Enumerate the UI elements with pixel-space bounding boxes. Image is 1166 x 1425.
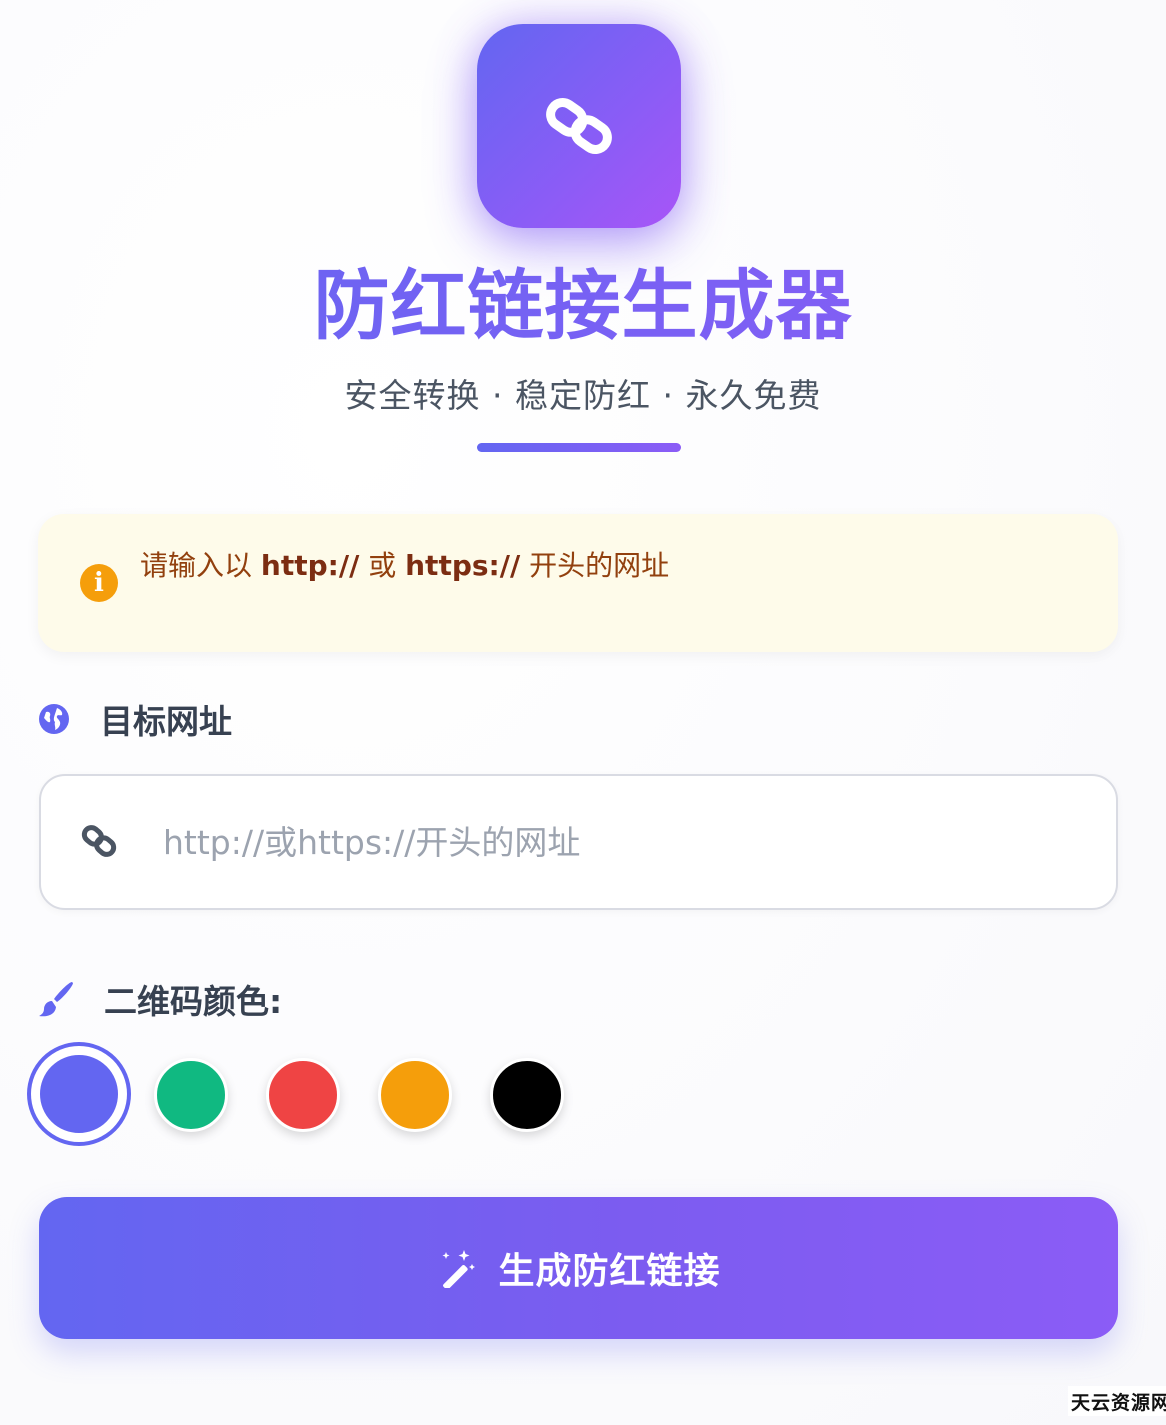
url-input[interactable]: [163, 806, 1063, 878]
url-field-label: 目标网址: [38, 695, 232, 743]
color-swatch-orange[interactable]: [378, 1058, 452, 1132]
magic-wand-icon: [442, 1250, 476, 1288]
url-field-label-text: 目标网址: [100, 702, 232, 741]
notice-http: http://: [260, 549, 360, 582]
qr-color-label: 二维码颜色:: [36, 975, 282, 1023]
color-swatch-red[interactable]: [266, 1058, 340, 1132]
generate-button-label: 生成防红链接: [498, 1251, 721, 1292]
notice-text: 请输入以 http:// 或 https:// 开头的网址: [140, 549, 670, 582]
notice-https: https://: [405, 549, 521, 582]
app-logo: [477, 24, 681, 228]
url-input-container[interactable]: [39, 774, 1118, 910]
qr-color-label-text: 二维码颜色:: [104, 982, 283, 1021]
page-title: 防红链接生成器: [0, 258, 1166, 354]
info-icon: i: [80, 564, 118, 602]
color-swatch-indigo[interactable]: [37, 1052, 121, 1136]
page-subtitle: 安全转换 · 稳定防红 · 永久免费: [344, 376, 822, 415]
info-notice: i 请输入以 http:// 或 https:// 开头的网址: [38, 514, 1118, 652]
brush-icon: [39, 982, 73, 1017]
link-icon: [546, 98, 612, 154]
globe-icon: [39, 704, 69, 734]
watermark: 天云资源网: [1068, 1386, 1166, 1416]
generate-link-button[interactable]: 生成防红链接: [39, 1197, 1118, 1339]
color-swatch-black[interactable]: [490, 1058, 564, 1132]
color-swatch-green[interactable]: [154, 1058, 228, 1132]
page: 防红链接生成器 安全转换 · 稳定防红 · 永久免费 i 请输入以 http:/…: [0, 0, 1166, 1425]
title-divider: [477, 443, 681, 452]
link-icon: [81, 825, 117, 857]
